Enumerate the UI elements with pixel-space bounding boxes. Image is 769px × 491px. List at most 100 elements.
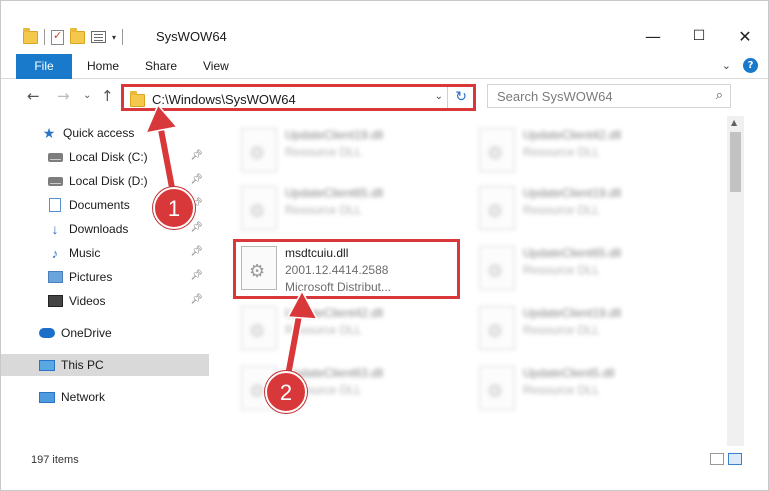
recent-locations-icon[interactable]: ⌄ [83, 90, 91, 101]
view-options-icon[interactable] [91, 31, 106, 43]
search-box[interactable]: Search SysWOW64 ⌕ [487, 84, 731, 108]
address-path[interactable]: C:\Windows\SysWOW64 [152, 92, 296, 107]
vertical-scrollbar[interactable]: ▲ [727, 116, 744, 446]
tab-file[interactable]: File [16, 54, 72, 79]
file-explorer-window: ▾ SysWOW64 — ☐ ✕ File Home Share View ⌄ … [0, 0, 769, 491]
sidebar-item-label: OneDrive [61, 326, 112, 340]
sidebar-item-label: Quick access [63, 126, 135, 140]
back-arrow-icon[interactable]: ← [27, 87, 40, 105]
customize-toolbar-icon[interactable]: ▾ [112, 33, 116, 42]
scrollbar-thumb[interactable] [730, 132, 741, 192]
tab-view[interactable]: View [189, 54, 243, 79]
scroll-up-icon[interactable]: ▲ [731, 118, 737, 127]
minimize-button[interactable]: — [630, 21, 676, 51]
file-item[interactable]: UpdateClient19.dll Resource DLL [237, 122, 467, 180]
pin-icon[interactable]: 📌︎ [190, 294, 203, 305]
maximize-button[interactable]: ☐ [676, 21, 722, 51]
pin-icon[interactable]: 📌︎ [190, 174, 203, 185]
step-2-badge: 2 [265, 371, 307, 413]
sidebar-item-label: Pictures [69, 270, 113, 284]
sidebar-item-label: This PC [61, 358, 104, 372]
file-item[interactable]: UpdateClient65.dll Resource DLL [237, 180, 467, 238]
pin-icon[interactable]: 📌︎ [190, 150, 203, 161]
dll-file-icon [241, 306, 277, 350]
file-description: Resource DLL [285, 323, 362, 337]
file-description: Resource DLL [285, 203, 362, 217]
videos-icon [47, 294, 63, 308]
sidebar-item-label: Videos [69, 294, 106, 308]
sidebar-item-music[interactable]: ♪ Music 📌︎ [1, 242, 209, 264]
sidebar-item-network[interactable]: Network [1, 386, 209, 408]
sidebar-item-this-pc[interactable]: This PC [1, 354, 209, 376]
dll-file-icon [479, 306, 515, 350]
file-description: Resource DLL [285, 145, 362, 159]
music-icon: ♪ [51, 245, 59, 261]
file-name: UpdateClient19.dll [523, 186, 622, 200]
ribbon-right-controls: ⌄ ? [722, 58, 758, 73]
up-arrow-icon[interactable]: ↑ [101, 87, 114, 105]
pc-icon [39, 358, 55, 372]
file-description: Resource DLL [523, 383, 600, 397]
search-icon[interactable]: ⌕ [716, 88, 723, 103]
pin-icon[interactable]: 📌︎ [190, 270, 203, 281]
file-name: UpdateClient19.dll [523, 306, 622, 320]
window-title: SysWOW64 [156, 29, 227, 44]
file-name: UpdateClient42.dll [523, 128, 622, 142]
file-item[interactable]: UpdateClient42.dll Resource DLL [237, 300, 467, 358]
file-item[interactable]: UpdateClient19.dll Resource DLL [475, 300, 705, 358]
tiles-view-icon[interactable] [728, 453, 742, 465]
sidebar-item-label: Network [61, 390, 106, 404]
sidebar-item-pictures[interactable]: Pictures 📌︎ [1, 266, 209, 288]
file-item[interactable]: UpdateClient42.dll Resource DLL [475, 122, 705, 180]
pictures-icon [47, 270, 63, 284]
sidebar-item-local-disk-c[interactable]: Local Disk (C:) 📌︎ [1, 146, 209, 168]
search-placeholder[interactable]: Search SysWOW64 [497, 89, 613, 104]
close-button[interactable]: ✕ [722, 21, 768, 51]
file-item[interactable]: UpdateClient65.dll Resource DLL [475, 240, 705, 298]
pin-icon[interactable]: 📌︎ [190, 222, 203, 233]
toolbar-divider [44, 29, 45, 45]
file-item[interactable]: UpdateClient19.dll Resource DLL [475, 180, 705, 238]
folder-icon [23, 27, 38, 44]
tab-home[interactable]: Home [73, 54, 133, 79]
item-count: 197 items [31, 454, 79, 466]
quick-access-toolbar: ▾ [23, 27, 124, 45]
address-dropdown-icon[interactable]: ⌄ [435, 91, 443, 102]
file-name: UpdateClient5.dll [523, 366, 615, 380]
disk-icon [47, 150, 63, 164]
navigation-bar: ← → ⌄ ↑ C:\Windows\SysWOW64 ⌄ ↻ Search S… [1, 81, 768, 113]
refresh-icon[interactable]: ↻ [455, 89, 467, 105]
sidebar-item-quick-access[interactable]: ★ Quick access [1, 122, 209, 144]
sidebar-item-label: Music [69, 246, 101, 260]
sidebar-item-label: Documents [69, 198, 130, 212]
help-icon[interactable]: ? [743, 58, 758, 73]
window-controls: — ☐ ✕ [630, 21, 768, 51]
star-icon: ★ [42, 124, 56, 141]
sidebar-item-label: Downloads [69, 222, 129, 236]
file-name: UpdateClient42.dll [285, 306, 384, 320]
properties-check-icon[interactable] [51, 29, 64, 45]
chevron-down-icon[interactable]: ⌄ [722, 59, 731, 72]
file-description: Resource DLL [523, 203, 600, 217]
sidebar-item-videos[interactable]: Videos 📌︎ [1, 290, 209, 312]
tab-share[interactable]: Share [131, 54, 191, 79]
file-description: Resource DLL [523, 323, 600, 337]
pin-icon[interactable]: 📌︎ [190, 246, 203, 257]
address-bar[interactable]: C:\Windows\SysWOW64 ⌄ ↻ [121, 84, 476, 111]
file-item[interactable]: UpdateClient5.dll Resource DLL [475, 360, 705, 418]
file-name: UpdateClient65.dll [285, 186, 384, 200]
dll-file-icon [241, 128, 277, 172]
status-bar: 197 items [1, 450, 768, 472]
documents-icon [47, 198, 63, 212]
details-view-icon[interactable] [710, 453, 724, 465]
highlight-box [233, 239, 460, 299]
dll-file-icon [241, 186, 277, 230]
file-description: Resource DLL [523, 145, 600, 159]
network-icon [39, 390, 55, 404]
new-folder-icon[interactable] [70, 27, 85, 44]
toolbar-divider [122, 29, 124, 45]
title-bar: ▾ SysWOW64 — ☐ ✕ [1, 1, 768, 46]
sidebar-item-onedrive[interactable]: OneDrive [1, 322, 209, 344]
dll-file-icon [479, 366, 515, 410]
forward-arrow-icon[interactable]: → [57, 87, 70, 105]
